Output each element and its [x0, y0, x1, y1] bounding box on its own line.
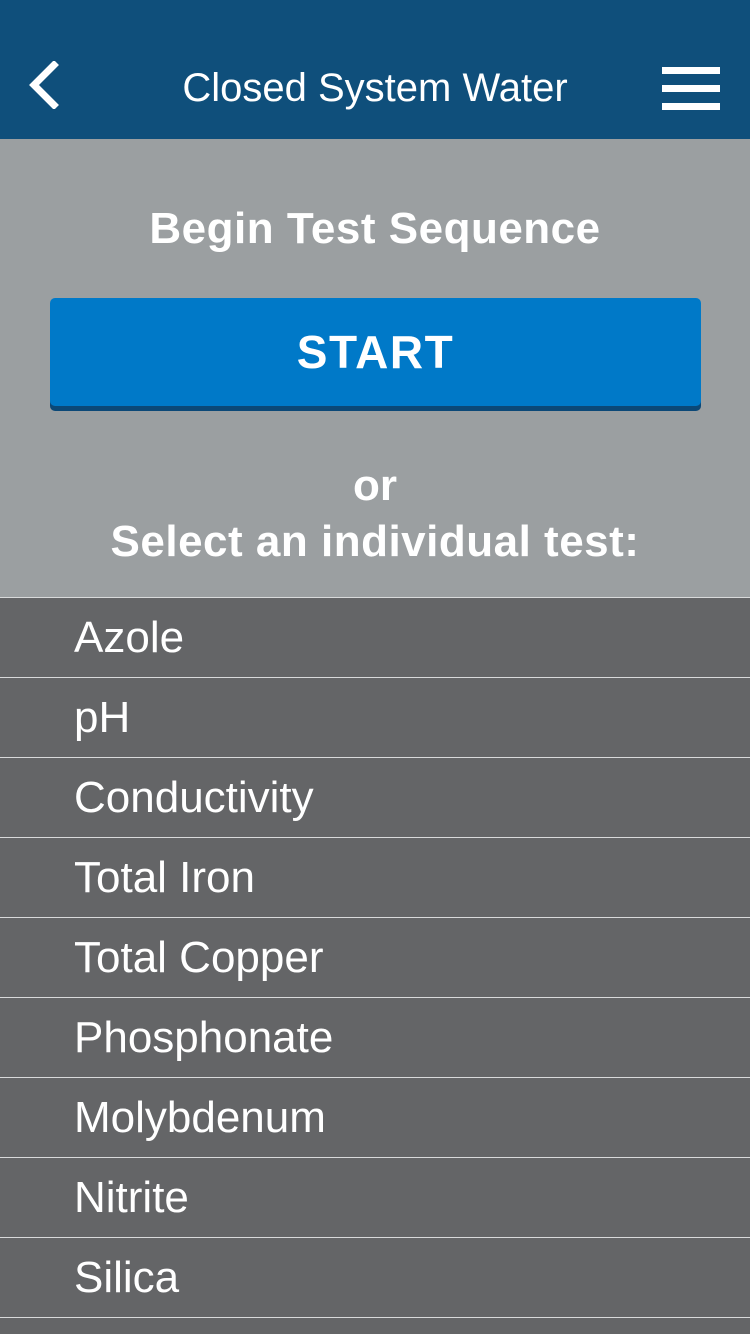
menu-button[interactable] [652, 56, 730, 122]
test-item-nitrite[interactable]: Nitrite [0, 1157, 750, 1237]
test-item-azole[interactable]: Azole [0, 597, 750, 677]
nav-bar: Closed System Water [0, 0, 750, 139]
test-list: Azole pH Conductivity Total Iron Total C… [0, 597, 750, 1318]
test-item-molybdenum[interactable]: Molybdenum [0, 1077, 750, 1157]
test-item-silica[interactable]: Silica [0, 1237, 750, 1318]
section-heading: Begin Test Sequence [149, 204, 601, 253]
back-button[interactable] [14, 50, 72, 120]
select-test-label: Select an individual test: [110, 517, 640, 566]
or-label: or [353, 461, 397, 510]
test-item-conductivity[interactable]: Conductivity [0, 757, 750, 837]
test-item-total-copper[interactable]: Total Copper [0, 917, 750, 997]
start-button[interactable]: START [50, 298, 701, 406]
chevron-left-icon [29, 61, 59, 109]
test-item-phosphonate[interactable]: Phosphonate [0, 997, 750, 1077]
header-panel: Begin Test Sequence START or Select an i… [0, 139, 750, 597]
test-item-ph[interactable]: pH [0, 677, 750, 757]
hamburger-menu-icon [662, 67, 720, 110]
page-title: Closed System Water [182, 66, 568, 110]
test-item-total-iron[interactable]: Total Iron [0, 837, 750, 917]
